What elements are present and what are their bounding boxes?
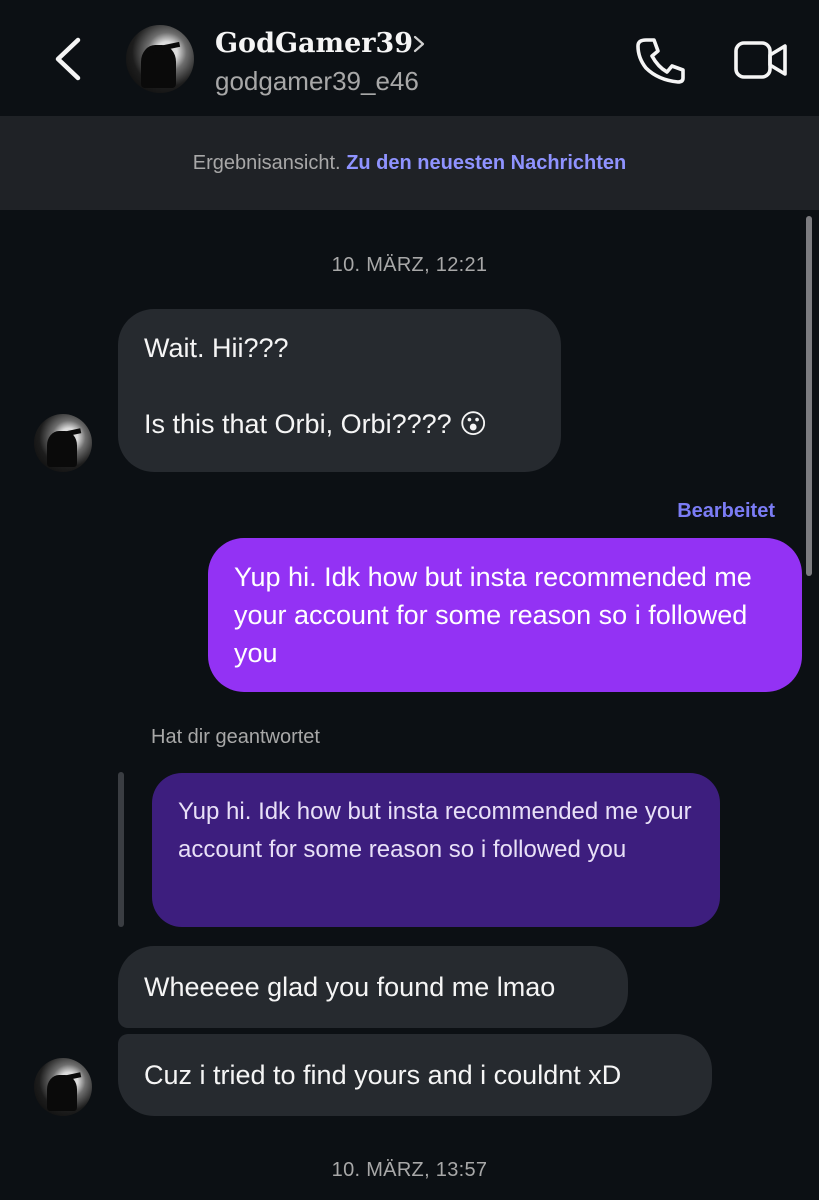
timestamp: 10. MÄRZ, 12:21 xyxy=(331,254,488,276)
sender-avatar[interactable] xyxy=(34,1058,92,1116)
incoming-message[interactable]: Wheeeee glad you found me lmao xyxy=(118,946,628,1028)
avatar[interactable] xyxy=(126,25,194,93)
replied-label: Hat dir geantwortet xyxy=(151,726,320,748)
chat-header: GodGamer39 godgamer39_e46 xyxy=(0,0,819,116)
message-text: Wait. Hii??? xyxy=(144,333,289,363)
contact-name[interactable]: GodGamer39 xyxy=(215,28,413,59)
jump-to-latest-link[interactable]: Zu den neuesten Nachrichten xyxy=(346,152,626,174)
chevron-left-icon[interactable] xyxy=(46,34,90,84)
timestamp: 10. MÄRZ, 13:57 xyxy=(331,1159,488,1181)
contact-username[interactable]: godgamer39_e46 xyxy=(215,66,419,97)
results-view-banner: Ergebnisansicht. Zu den neuesten Nachric… xyxy=(0,116,819,210)
edited-label: Bearbeitet xyxy=(677,500,775,522)
sender-avatar[interactable] xyxy=(34,414,92,472)
incoming-message[interactable]: Cuz i tried to find yours and i couldnt … xyxy=(118,1034,712,1116)
outgoing-message[interactable]: Yup hi. Idk how but insta recommended me… xyxy=(208,538,802,692)
message-text: Is this that Orbi, Orbi???? 😮 xyxy=(144,409,488,439)
video-camera-icon[interactable] xyxy=(733,38,789,82)
chevron-right-icon[interactable] xyxy=(411,34,427,54)
incoming-message[interactable]: Wait. Hii??? Is this that Orbi, Orbi????… xyxy=(118,309,561,472)
reply-indicator-bar xyxy=(118,772,124,927)
banner-text: Ergebnisansicht. xyxy=(192,152,341,174)
phone-icon[interactable] xyxy=(634,36,686,84)
quoted-message[interactable]: Yup hi. Idk how but insta recommended me… xyxy=(152,773,720,927)
